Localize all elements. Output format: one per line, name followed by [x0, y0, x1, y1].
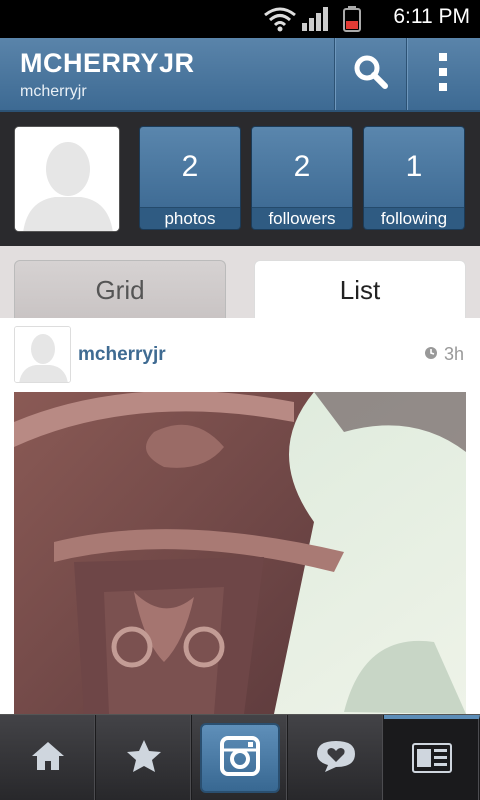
- post-header: mcherryjr 3h: [0, 318, 480, 390]
- default-avatar-icon: [15, 127, 119, 231]
- nav-profile-button[interactable]: [384, 715, 480, 800]
- bottom-nav: [0, 714, 480, 800]
- app-header: MCHERRYJR mcherryjr: [0, 38, 480, 112]
- clock-icon: [424, 344, 438, 365]
- profile-title: MCHERRYJR: [20, 48, 195, 78]
- profile-header: 2 photos 2 followers 1 following: [0, 112, 480, 246]
- stat-count: 2: [252, 127, 352, 207]
- stat-photos[interactable]: 2 photos: [139, 126, 241, 230]
- nav-popular-button[interactable]: [96, 715, 192, 800]
- nav-news-button[interactable]: [288, 715, 384, 800]
- view-tabs: Grid List: [0, 246, 480, 318]
- overflow-menu-button[interactable]: [406, 38, 478, 110]
- post-time-text: 3h: [443, 344, 464, 364]
- search-button[interactable]: [334, 38, 406, 110]
- camera-icon: [219, 736, 260, 780]
- post-timestamp: 3h: [424, 344, 464, 365]
- camera-button-frame: [199, 723, 280, 793]
- tab-grid[interactable]: Grid: [14, 260, 226, 318]
- news-feed-icon: [411, 743, 452, 777]
- wifi-icon: [263, 6, 297, 36]
- profile-avatar[interactable]: [14, 126, 120, 232]
- post-username[interactable]: mcherryjr: [78, 344, 166, 366]
- stat-label: followers: [252, 207, 352, 229]
- tab-list[interactable]: List: [254, 260, 466, 318]
- nav-home-button[interactable]: [0, 715, 96, 800]
- stat-followers[interactable]: 2 followers: [251, 126, 353, 230]
- post-photo[interactable]: [14, 392, 466, 714]
- status-bar: 6:11 PM: [0, 0, 480, 38]
- signal-icon: [302, 7, 330, 35]
- post-avatar[interactable]: [14, 326, 71, 383]
- stat-count: 2: [140, 127, 240, 207]
- post-photo-image: [14, 392, 466, 714]
- search-icon: [353, 54, 389, 94]
- profile-subtitle: mcherryjr: [20, 83, 87, 100]
- battery-icon: [343, 6, 361, 36]
- default-avatar-icon: [15, 327, 70, 382]
- speech-heart-icon: [315, 738, 357, 778]
- stat-following[interactable]: 1 following: [363, 126, 465, 230]
- status-time: 6:11 PM: [393, 5, 470, 28]
- photo-feed: mcherryjr 3h: [0, 318, 480, 714]
- stat-label: following: [364, 207, 464, 229]
- star-icon: [125, 738, 163, 778]
- home-icon: [30, 740, 66, 776]
- nav-camera-button[interactable]: [192, 715, 288, 800]
- screen: 6:11 PM MCHERRYJR mcherryjr 2 photos 2 f…: [0, 0, 480, 800]
- overflow-menu-icon: [438, 52, 448, 96]
- stat-label: photos: [140, 207, 240, 229]
- stat-count: 1: [364, 127, 464, 207]
